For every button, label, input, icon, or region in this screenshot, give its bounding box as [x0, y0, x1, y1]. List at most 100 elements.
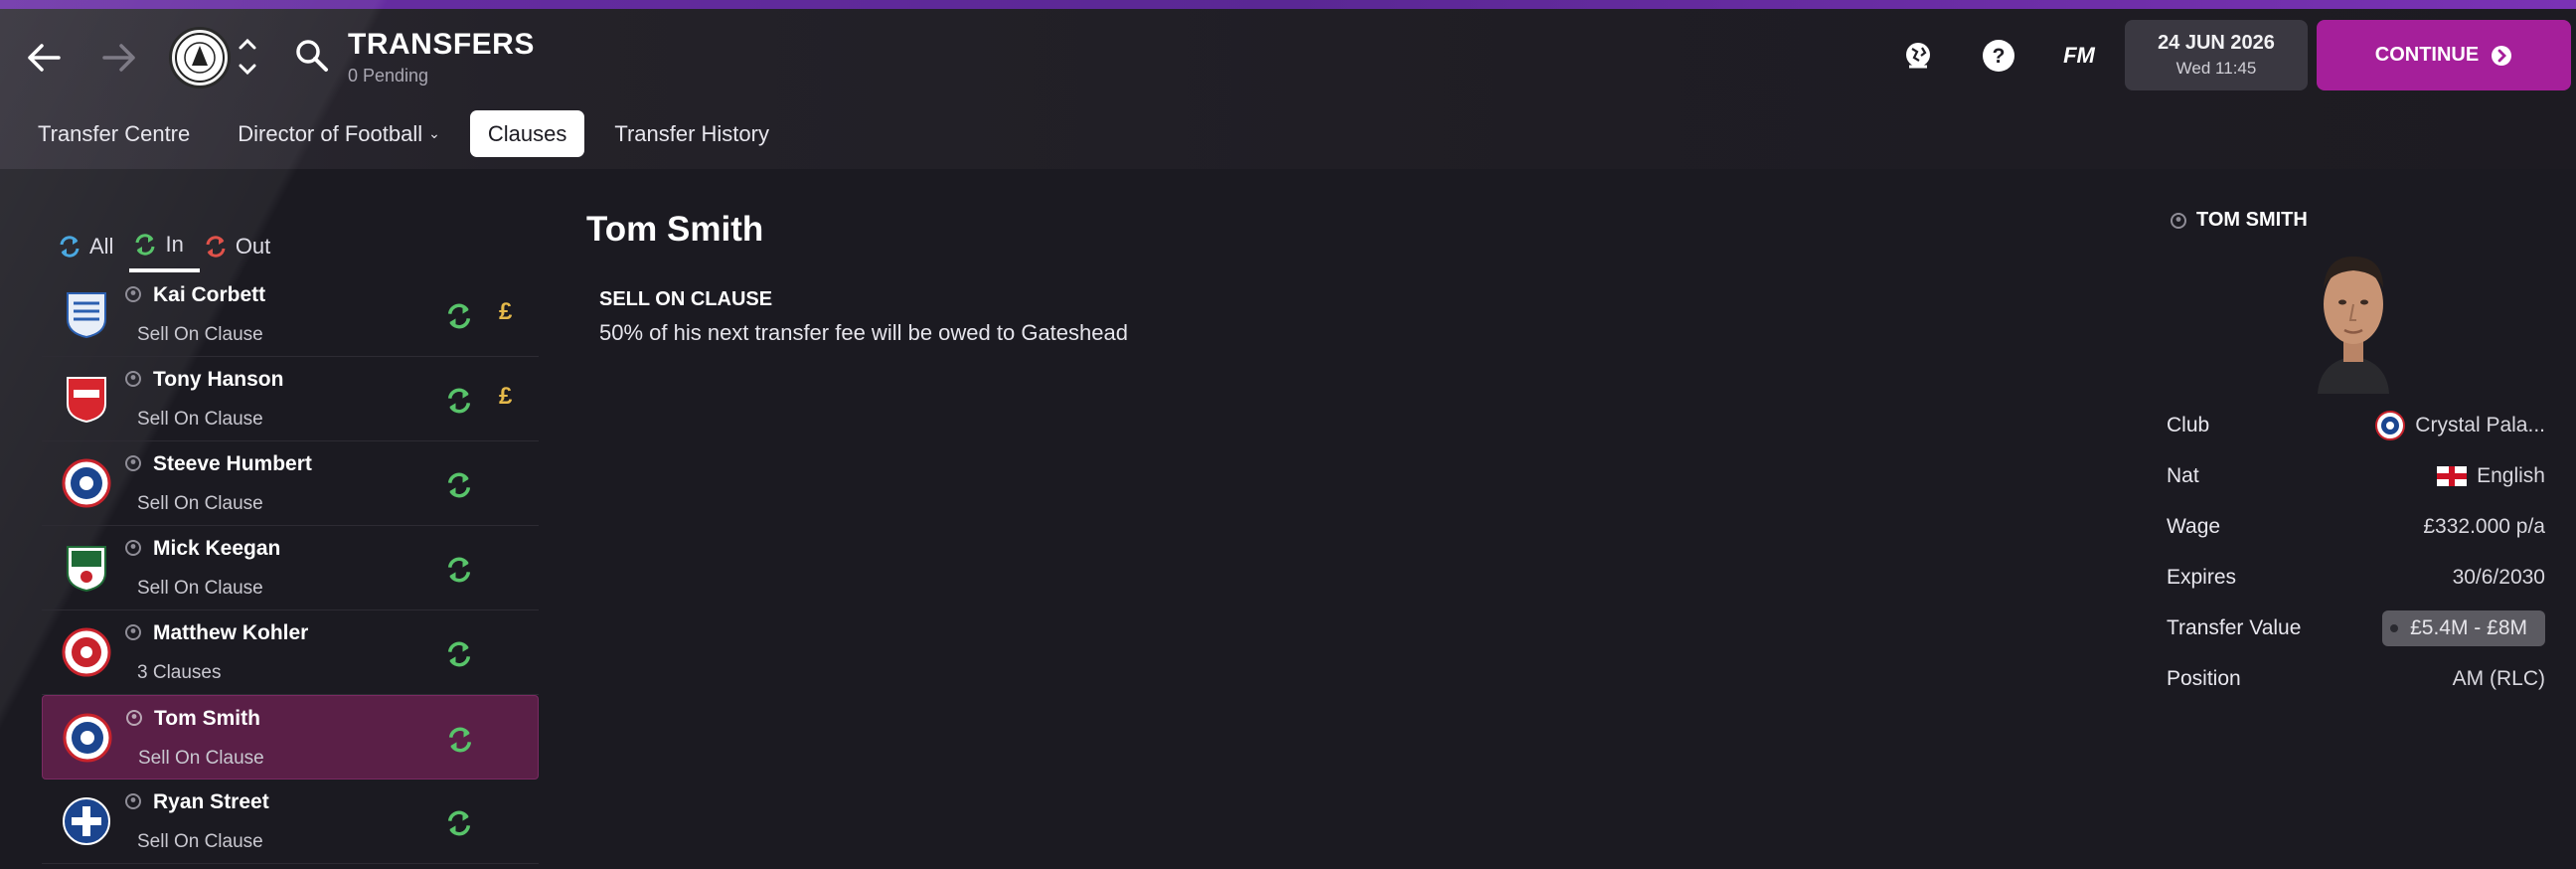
clause-player-list: Kai Corbett Sell On Clause £ Tony Hanson…: [42, 272, 539, 864]
england-flag-icon: [2437, 465, 2468, 486]
swap-all-icon: [60, 236, 80, 258]
transfer-in-icon: [448, 727, 472, 753]
fee-due-icon: £: [499, 298, 513, 325]
tab-label: Director of Football: [238, 120, 423, 146]
list-item[interactable]: Mick Keegan Sell On Clause: [42, 526, 539, 610]
profile-name: TOM SMITH: [2196, 209, 2308, 231]
info-row-wage: Wage £332.000 p/a: [2167, 501, 2545, 552]
clause-summary: Sell On Clause: [137, 831, 263, 852]
filter-in[interactable]: In: [129, 221, 200, 272]
fee-due-icon: £: [499, 383, 513, 410]
info-row-position: Position AM (RLC): [2167, 653, 2545, 704]
club-link[interactable]: Crystal Pala...: [2375, 410, 2545, 440]
profile-header[interactable]: TOM SMITH: [2171, 209, 2308, 232]
list-item-selected[interactable]: Tom Smith Sell On Clause: [42, 695, 539, 780]
player-name: Mick Keegan: [153, 537, 281, 560]
info-label: Transfer Value: [2167, 615, 2302, 639]
info-value: 30/6/2030: [2452, 565, 2545, 589]
pending-count: 0 Pending: [348, 66, 429, 86]
tab-transfer-history[interactable]: Transfer History: [596, 110, 787, 157]
list-item[interactable]: Ryan Street Sell On Clause: [42, 780, 539, 864]
tab-clauses[interactable]: Clauses: [469, 110, 585, 157]
help-button[interactable]: ?: [1979, 36, 2018, 76]
arrow-left-icon: [28, 44, 61, 72]
club-crest-icon: [2375, 410, 2406, 440]
list-item[interactable]: Matthew Kohler 3 Clauses: [42, 610, 539, 695]
person-icon: [125, 286, 141, 302]
info-row-nat: Nat English: [2167, 450, 2545, 501]
player-name: Kai Corbett: [153, 283, 266, 306]
player-name: Tony Hanson: [153, 368, 284, 391]
accent-strip: [0, 0, 2576, 9]
club-crest-icon: [63, 797, 110, 845]
player-portrait: [2318, 257, 2389, 394]
back-button[interactable]: [16, 30, 72, 86]
player-name: Ryan Street: [153, 790, 269, 813]
info-row-transfer-value: Transfer Value £5.4M - £8M: [2167, 603, 2545, 653]
player-name: Steeve Humbert: [153, 452, 312, 475]
svg-text:?: ?: [1993, 45, 2006, 68]
filter-out[interactable]: Out: [200, 221, 286, 272]
swap-in-icon: [135, 234, 155, 256]
search-icon: [296, 40, 328, 72]
transfer-in-icon: [447, 472, 471, 498]
list-item[interactable]: Kai Corbett Sell On Clause £: [42, 272, 539, 357]
transfer-in-icon: [447, 810, 471, 836]
filter-all[interactable]: All: [54, 221, 129, 272]
help-icon: ?: [1983, 40, 2014, 72]
tab-director-of-football[interactable]: Director of Football ⌄: [220, 110, 458, 157]
person-icon: [125, 455, 141, 471]
transfer-in-icon: [447, 641, 471, 667]
filter-label: All: [89, 234, 114, 259]
swap-out-icon: [206, 236, 226, 258]
list-item[interactable]: Tony Hanson Sell On Clause £: [42, 357, 539, 441]
fm-menu-button[interactable]: FM: [2059, 36, 2099, 76]
club-crest-icon: [63, 713, 112, 763]
club-switcher[interactable]: [237, 36, 258, 83]
chevron-up-down-icon: [239, 38, 256, 76]
tab-label: Clauses: [487, 120, 567, 146]
arrow-right-icon: [102, 44, 135, 72]
transfer-in-icon: [447, 557, 471, 583]
search-button[interactable]: [294, 38, 330, 79]
list-item[interactable]: Steeve Humbert Sell On Clause: [42, 441, 539, 526]
info-value: Crystal Pala...: [2415, 413, 2545, 436]
current-date: 24 JUN 2026: [2158, 32, 2275, 54]
transfer-in-icon: [447, 303, 471, 329]
person-icon: [125, 793, 141, 809]
world-button[interactable]: [1898, 36, 1938, 76]
current-time: Wed 11:45: [2175, 59, 2257, 78]
club-badge[interactable]: [169, 27, 231, 88]
chevron-right-circle-icon: [2492, 45, 2512, 66]
continue-label: CONTINUE: [2374, 44, 2480, 66]
clause-summary: Sell On Clause: [137, 578, 263, 599]
club-crest-icon: [67, 377, 106, 424]
continue-button[interactable]: CONTINUE: [2317, 20, 2571, 90]
person-icon: [126, 710, 142, 726]
person-icon: [2171, 212, 2186, 229]
info-value: £332.000 p/a: [2423, 514, 2545, 538]
clause-description: 50% of his next transfer fee will be owe…: [599, 320, 1128, 345]
transfer-in-icon: [447, 388, 471, 414]
club-crest-icon: [67, 292, 106, 339]
chevron-down-icon: ⌄: [428, 125, 440, 141]
info-label: Position: [2167, 666, 2241, 690]
info-row-club: Club Crystal Pala...: [2167, 400, 2545, 450]
forward-button[interactable]: [91, 30, 147, 86]
page-title: TRANSFERS: [348, 28, 535, 61]
clause-summary: Sell On Clause: [137, 324, 263, 345]
clause-summary: Sell On Clause: [137, 409, 263, 430]
transfer-value-tag: £5.4M - £8M: [2382, 609, 2545, 646]
club-crest-icon: [67, 546, 106, 593]
nation-link[interactable]: English: [2437, 464, 2545, 488]
filter-label: Out: [235, 234, 271, 259]
player-name: Tom Smith: [154, 707, 260, 730]
tab-bar: Transfer Centre Director of Football ⌄ Cl…: [20, 110, 787, 157]
tab-transfer-centre[interactable]: Transfer Centre: [20, 110, 208, 157]
person-icon: [125, 371, 141, 387]
date-display[interactable]: 24 JUN 2026 Wed 11:45: [2125, 20, 2308, 90]
clause-summary: 3 Clauses: [137, 662, 222, 683]
direction-filter: All In Out: [54, 221, 286, 272]
gateshead-crest-icon: [175, 33, 225, 83]
club-crest-icon: [62, 627, 111, 677]
